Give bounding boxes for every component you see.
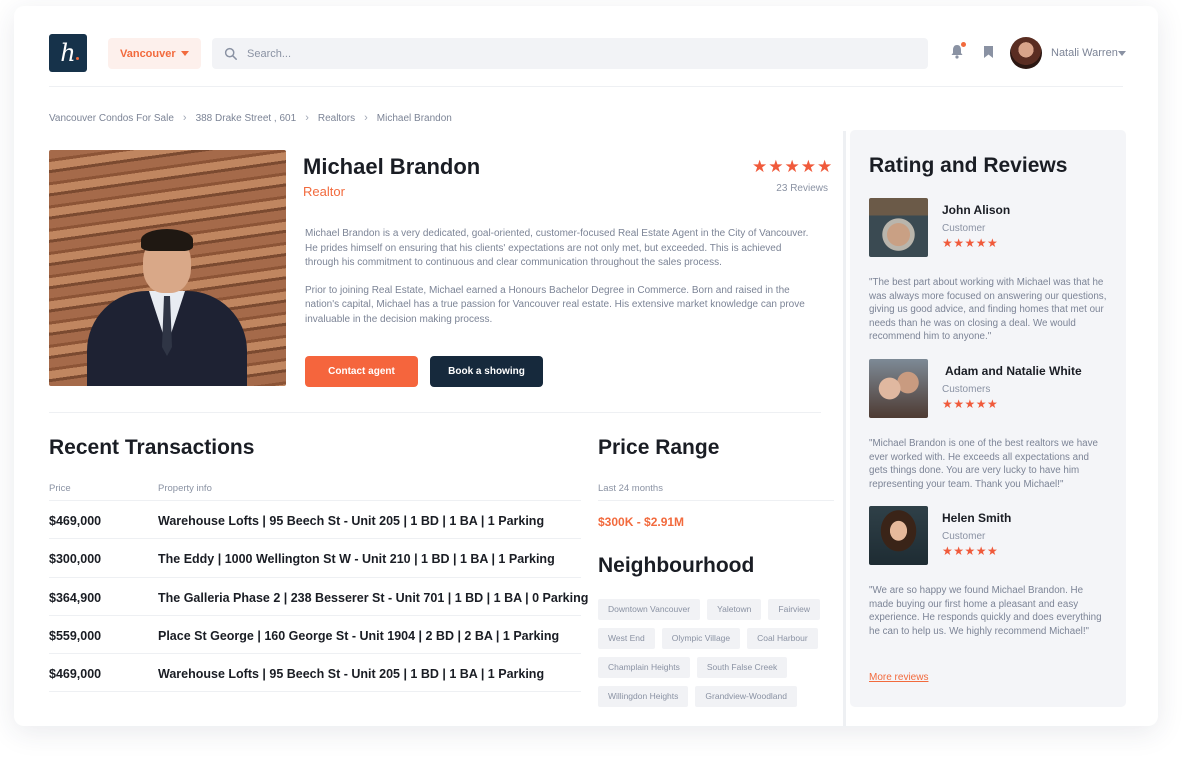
neighbourhood-tag[interactable]: Coal Harbour (747, 628, 818, 649)
row-info: Warehouse Lofts | 95 Beech St - Unit 205… (158, 514, 545, 528)
reviews-panel: Rating and Reviews John Alison Customer … (850, 130, 1126, 707)
neighbourhood-tag[interactable]: Yaletown (707, 599, 762, 620)
bookmark-icon (984, 46, 993, 58)
reviewer-photo (869, 359, 928, 418)
transactions-header: Price Property info (49, 483, 212, 494)
review-text: "We are so happy we found Michael Brando… (869, 585, 1102, 637)
agent-photo (49, 150, 286, 386)
agent-review-count[interactable]: 23 Reviews (776, 183, 828, 194)
transactions-table: $469,000 Warehouse Lofts | 95 Beech St -… (49, 500, 588, 693)
section-divider (49, 412, 821, 413)
neighbourhood-tag[interactable]: Grandview-Woodland (695, 686, 797, 707)
review-stars: ★★★★★ (942, 236, 999, 250)
agent-rating-stars: ★★★★★ (752, 157, 834, 176)
row-price: $300,000 (49, 552, 102, 567)
reviewer-name: Adam and Natalie White (945, 364, 1082, 378)
page-card: h Vancouver Natali Warren Vancouver Cond… (14, 6, 1158, 726)
breadcrumb: Vancouver Condos For Sale › 388 Drake St… (49, 112, 452, 124)
agent-name: Michael Brandon (303, 154, 481, 179)
user-name[interactable]: Natali Warren (1051, 47, 1118, 59)
price-range-divider (598, 500, 834, 501)
row-price: $469,000 (49, 514, 102, 528)
review-text: "The best part about working with Michae… (869, 277, 1107, 343)
row-price: $364,900 (49, 590, 102, 605)
city-select[interactable]: Vancouver (108, 38, 201, 69)
price-range-title: Price Range (598, 436, 720, 459)
reviewer-photo (869, 506, 928, 565)
reviewer-role: Customers (942, 384, 991, 395)
city-select-label: Vancouver (120, 47, 176, 60)
review-stars: ★★★★★ (942, 544, 999, 558)
transactions-title: Recent Transactions (49, 436, 255, 459)
agent-bio: Michael Brandon is a very dedicated, goa… (305, 227, 817, 327)
row-info: Warehouse Lofts | 95 Beech St - Unit 205… (158, 667, 545, 682)
row-price: $469,000 (49, 667, 102, 682)
bio-paragraph: Michael Brandon is a very dedicated, goa… (305, 228, 809, 268)
neighbourhood-tag[interactable]: South False Creek (696, 657, 788, 678)
table-row[interactable]: $300,000 The Eddy | 1000 Wellington St W… (49, 538, 581, 576)
search-icon (224, 47, 237, 60)
review-text: "Michael Brandon is one of the best real… (869, 438, 1098, 490)
table-end-line (49, 691, 581, 693)
search-bar[interactable] (212, 38, 928, 69)
reviewer-name: John Alison (942, 203, 1011, 217)
neighbourhood-tag[interactable]: Willingdon Heights (598, 686, 689, 707)
bio-paragraph: Prior to joining Real Estate, Michael ea… (305, 284, 805, 325)
book-showing-button[interactable]: Book a showing (430, 356, 543, 387)
neighbourhood-tag[interactable]: Fairview (768, 599, 821, 620)
table-row[interactable]: $469,000 Warehouse Lofts | 95 Beech St -… (49, 653, 581, 691)
table-row[interactable]: $364,900 The Galleria Phase 2 | 238 Bess… (49, 576, 588, 615)
reviews-title: Rating and Reviews (869, 154, 1068, 177)
logo[interactable]: h (49, 34, 87, 72)
reviewer-name: Helen Smith (942, 511, 1012, 525)
avatar[interactable] (1010, 37, 1042, 69)
header-divider (49, 86, 1123, 87)
neighbourhood-tags: Downtown Vancouver Yaletown Fairview Wes… (598, 599, 838, 707)
search-input[interactable] (247, 47, 847, 60)
neighbourhood-tag[interactable]: West End (598, 628, 655, 649)
price-range-value: $300K - $2.91M (598, 515, 685, 529)
neighbourhood-tag[interactable]: Olympic Village (661, 628, 741, 649)
chevron-right-icon: › (364, 112, 368, 124)
chevron-down-icon[interactable] (1118, 51, 1126, 56)
col-price: Price (49, 483, 71, 494)
breadcrumb-item[interactable]: Realtors (318, 113, 355, 124)
contact-agent-button[interactable]: Contact agent (305, 356, 418, 387)
more-reviews-link[interactable]: More reviews (869, 672, 928, 683)
col-property-info: Property info (158, 483, 212, 494)
row-price: $559,000 (49, 628, 102, 643)
price-range-subtitle: Last 24 months (598, 483, 663, 494)
chevron-right-icon: › (305, 112, 309, 124)
saved-button[interactable] (983, 45, 994, 64)
neighbourhood-title: Neighbourhood (598, 554, 755, 577)
agent-role: Realtor (303, 184, 345, 199)
table-row[interactable]: $469,000 Warehouse Lofts | 95 Beech St -… (49, 500, 581, 538)
review-stars: ★★★★★ (942, 397, 999, 411)
breadcrumb-item-current: Michael Brandon (376, 112, 452, 124)
chevron-right-icon: › (182, 112, 187, 124)
breadcrumb-item[interactable]: 388 Drake Street , 601 (196, 113, 297, 124)
row-info: The Eddy | 1000 Wellington St W - Unit 2… (158, 552, 555, 567)
neighbourhood-tag[interactable]: Champlain Heights (598, 657, 690, 678)
notifications-button[interactable] (950, 42, 966, 64)
row-info: Place St George | 160 George St - Unit 1… (158, 628, 560, 643)
reviewer-photo (869, 198, 928, 257)
table-row[interactable]: $559,000 Place St George | 160 George St… (49, 614, 581, 653)
notification-dot (961, 42, 966, 47)
row-info: The Galleria Phase 2 | 238 Besserer St -… (158, 590, 589, 605)
chevron-down-icon (181, 51, 189, 56)
neighbourhood-tag[interactable]: Downtown Vancouver (598, 599, 701, 620)
breadcrumb-item[interactable]: Vancouver Condos For Sale (49, 113, 174, 124)
reviewer-role: Customer (942, 223, 986, 234)
logo-letter: h (60, 39, 76, 67)
scrollbar-track[interactable] (843, 131, 846, 726)
reviewer-role: Customer (942, 531, 986, 542)
